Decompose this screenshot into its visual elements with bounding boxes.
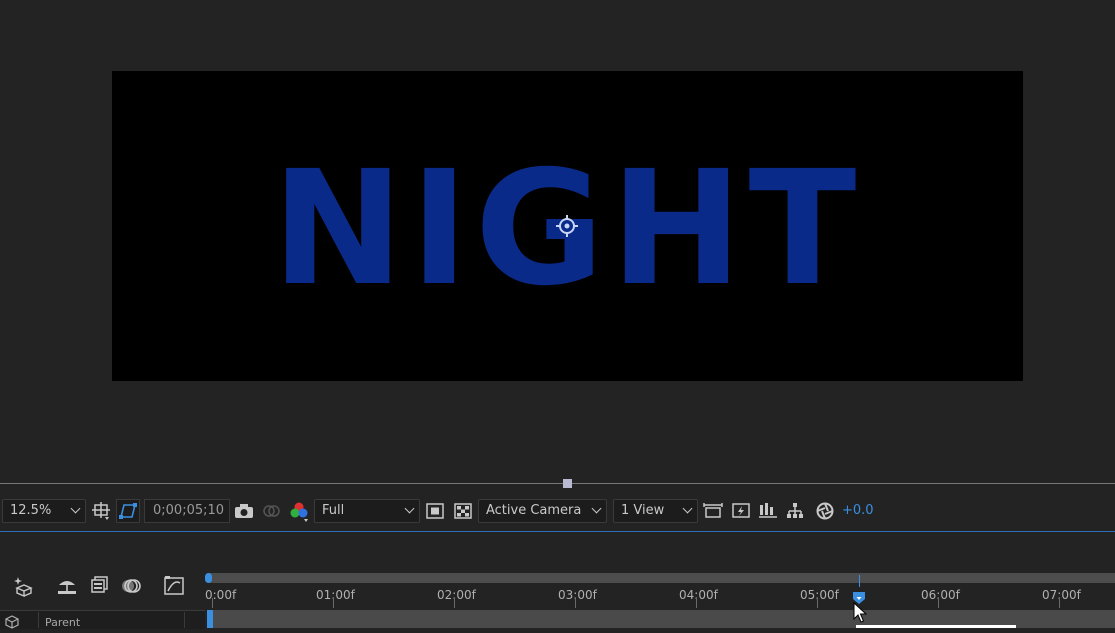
ruler-label: 06:00f	[921, 588, 960, 602]
ruler-label: 0:00f	[205, 588, 237, 602]
camera-view-dropdown[interactable]: Active Camera	[478, 499, 607, 523]
frame-blending-icon[interactable]	[87, 574, 111, 598]
comp-frame: NIGHT	[272, 137, 863, 321]
graph-editor-icon[interactable]	[162, 574, 186, 598]
ruler-tick	[817, 598, 818, 608]
viewer-toolbar: 12.5% 0;00;05;10 Full Active Camera 1 Vi…	[0, 497, 1115, 527]
ruler-label: 07:00f	[1042, 588, 1081, 602]
magnification-dropdown[interactable]: 12.5%	[2, 499, 86, 523]
ruler-tick	[333, 598, 334, 608]
transparency-grid-icon[interactable]	[451, 499, 475, 523]
layer-in-point[interactable]	[207, 610, 213, 628]
current-time-indicator-line[interactable]	[859, 575, 860, 587]
chevron-down-icon	[682, 503, 693, 514]
chevron-down-icon	[591, 503, 602, 514]
snapshot-camera-icon[interactable]	[232, 499, 256, 523]
ruler-tick	[454, 598, 455, 608]
ruler-tick	[696, 598, 697, 608]
ruler-label: 01:00f	[316, 588, 355, 602]
layer-3d-icon[interactable]	[5, 614, 19, 633]
ruler-label: 03:00f	[558, 588, 597, 602]
fast-previews-icon[interactable]	[729, 499, 753, 523]
safe-margins-icon[interactable]	[89, 499, 113, 523]
comp-flowchart-icon[interactable]	[783, 499, 807, 523]
ruler-tick	[212, 598, 213, 608]
motion-blur-icon[interactable]	[120, 574, 144, 598]
timeline-panel-icon[interactable]	[756, 499, 780, 523]
view-layout-value: 1 View	[621, 503, 665, 518]
layer-column-header	[0, 610, 205, 629]
show-snapshot-icon[interactable]	[259, 499, 283, 523]
panel-resize-handle[interactable]	[563, 479, 572, 488]
chevron-down-icon	[404, 503, 415, 514]
ruler-tick	[1059, 598, 1060, 608]
comp-text-layer[interactable]: NIGHT	[272, 137, 863, 321]
toggle-pixel-aspect-icon[interactable]	[701, 499, 725, 523]
resolution-value: Full	[322, 503, 345, 518]
current-time-field[interactable]: 0;00;05;10	[144, 499, 230, 523]
ruler-label: 05:00f	[800, 588, 839, 602]
column-divider[interactable]	[184, 612, 185, 628]
chevron-down-icon	[70, 503, 81, 514]
ruler-label: 02:00f	[437, 588, 476, 602]
channel-rgb-icon[interactable]	[287, 499, 311, 523]
ruler-label: 04:00f	[679, 588, 718, 602]
ruler-tick	[938, 598, 939, 608]
work-area-start-handle[interactable]	[205, 573, 212, 583]
composition-canvas[interactable]: NIGHT	[112, 71, 1023, 381]
camera-view-value: Active Camera	[486, 503, 582, 518]
reset-exposure-icon[interactable]	[813, 499, 837, 523]
parent-column-header: Parent	[45, 616, 81, 629]
exposure-value[interactable]: +0.0	[842, 499, 882, 523]
region-of-interest-icon[interactable]	[423, 499, 447, 523]
work-area-bar[interactable]	[207, 573, 1115, 583]
view-layout-dropdown[interactable]: 1 View	[613, 499, 698, 523]
ruler-tick	[575, 598, 576, 608]
column-divider[interactable]	[38, 612, 39, 628]
shy-layers-icon[interactable]	[55, 574, 79, 598]
mask-path-toggle-icon[interactable]	[116, 499, 140, 523]
composition-viewer[interactable]: NIGHT	[0, 0, 1115, 478]
panel-divider	[0, 483, 1115, 484]
resolution-dropdown[interactable]: Full	[314, 499, 420, 523]
draft-3d-icon[interactable]	[12, 574, 36, 598]
magnification-value: 12.5%	[10, 503, 52, 518]
current-time-value: 0;00;05;10	[153, 503, 225, 518]
